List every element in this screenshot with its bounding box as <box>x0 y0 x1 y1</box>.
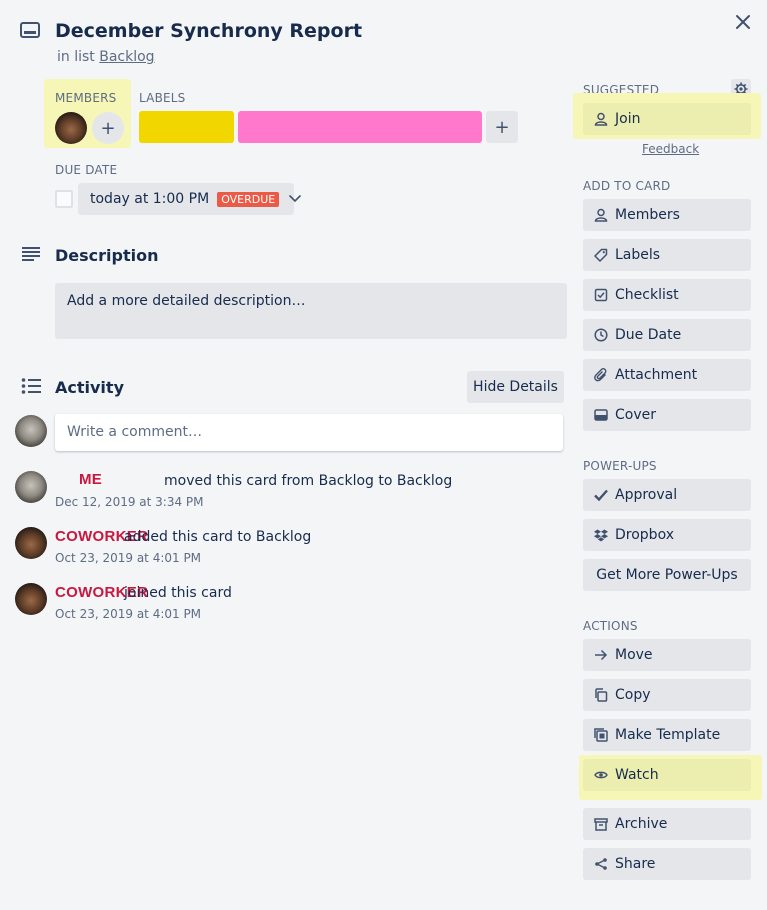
members-button-label: Members <box>615 207 680 223</box>
dropbox-button-label: Dropbox <box>615 527 674 543</box>
get-more-power-ups-button[interactable]: Get More Power-Ups <box>583 559 751 591</box>
activity-text: moved this card from Backlog to Backlog <box>164 473 453 489</box>
checklist-icon <box>593 287 609 303</box>
make-template-button-label: Make Template <box>615 727 721 743</box>
watch-button[interactable]: Watch <box>583 759 751 791</box>
cover-button[interactable]: Cover <box>583 399 751 431</box>
description-icon <box>21 246 41 262</box>
paperclip-icon <box>593 367 609 383</box>
archive-button-label: Archive <box>615 816 668 832</box>
add-to-card-label: ADD TO CARD <box>583 179 671 193</box>
current-user-avatar <box>15 415 47 447</box>
clock-icon <box>593 327 609 343</box>
get-more-power-ups-label: Get More Power-Ups <box>596 567 738 583</box>
card-title[interactable]: December Synchrony Report <box>55 20 362 42</box>
join-label: Join <box>615 111 641 127</box>
attachment-button-label: Attachment <box>615 367 698 383</box>
checklist-button-label: Checklist <box>615 287 679 303</box>
activity-avatar[interactable] <box>15 471 47 503</box>
close-icon[interactable] <box>733 12 753 32</box>
description-input[interactable]: Add a more detailed description… <box>55 283 567 339</box>
copy-button-label: Copy <box>615 687 651 703</box>
activity-text: joined this card <box>124 585 232 601</box>
approval-button-label: Approval <box>615 487 678 503</box>
due-complete-checkbox[interactable] <box>55 190 73 208</box>
feedback-link[interactable]: Feedback <box>642 142 699 156</box>
member-avatar[interactable] <box>55 112 87 144</box>
activity-timestamp[interactable]: Dec 12, 2019 at 3:34 PM <box>55 495 204 509</box>
overdue-badge: OVERDUE <box>217 191 280 207</box>
description-heading: Description <box>55 246 159 265</box>
card-icon <box>20 22 40 38</box>
add-label-button[interactable]: + <box>486 111 518 143</box>
in-list-prefix: in list <box>57 49 95 65</box>
archive-icon <box>593 816 609 832</box>
share-button[interactable]: Share <box>583 848 751 880</box>
watch-button-label: Watch <box>615 767 659 783</box>
members-button[interactable]: Members <box>583 199 751 231</box>
due-date-button-label: Due Date <box>615 327 682 343</box>
copy-button[interactable]: Copy <box>583 679 751 711</box>
labels-button-label: Labels <box>615 247 661 263</box>
in-list-text: in list Backlog <box>57 49 155 65</box>
hide-details-button[interactable]: Hide Details <box>467 371 564 403</box>
activity-timestamp[interactable]: Oct 23, 2019 at 4:01 PM <box>55 607 201 621</box>
labels-label: LABELS <box>139 91 186 105</box>
dropbox-button[interactable]: Dropbox <box>583 519 751 551</box>
activity-avatar[interactable] <box>15 527 47 559</box>
activity-heading: Activity <box>55 378 124 397</box>
cover-button-label: Cover <box>615 407 656 423</box>
checklist-button[interactable]: Checklist <box>583 279 751 311</box>
members-label: MEMBERS <box>55 91 117 105</box>
add-member-button[interactable]: + <box>92 112 124 144</box>
cover-icon <box>593 407 609 423</box>
activity-avatar[interactable] <box>15 583 47 615</box>
join-button[interactable]: Join <box>583 103 751 135</box>
person-icon <box>593 111 609 127</box>
arrow-right-icon <box>593 647 609 663</box>
list-link[interactable]: Backlog <box>99 49 154 65</box>
approval-button[interactable]: Approval <box>583 479 751 511</box>
label-pink[interactable] <box>238 111 482 143</box>
template-icon <box>593 727 609 743</box>
label-yellow[interactable] <box>139 111 234 143</box>
power-ups-label: POWER-UPS <box>583 459 657 473</box>
share-button-label: Share <box>615 856 656 872</box>
chevron-down-icon <box>289 195 302 203</box>
activity-member-name[interactable]: ME <box>79 471 102 488</box>
activity-timestamp[interactable]: Oct 23, 2019 at 4:01 PM <box>55 551 201 565</box>
person-icon <box>593 207 609 223</box>
due-date-sidebar-button[interactable]: Due Date <box>583 319 751 351</box>
move-button[interactable]: Move <box>583 639 751 671</box>
tag-icon <box>593 247 609 263</box>
checkmark-icon <box>593 487 609 503</box>
move-button-label: Move <box>615 647 653 663</box>
share-icon <box>593 856 609 872</box>
eye-icon <box>593 767 609 783</box>
due-date-label: DUE DATE <box>55 163 118 177</box>
due-date-button[interactable]: today at 1:00 PM OVERDUE <box>78 183 302 215</box>
actions-label: ACTIONS <box>583 619 638 633</box>
activity-icon <box>21 378 41 394</box>
comment-input[interactable]: Write a comment… <box>55 414 563 451</box>
copy-icon <box>593 687 609 703</box>
activity-text: added this card to Backlog <box>124 529 312 545</box>
attachment-button[interactable]: Attachment <box>583 359 751 391</box>
archive-button[interactable]: Archive <box>583 808 751 840</box>
make-template-button[interactable]: Make Template <box>583 719 751 751</box>
dropbox-icon <box>593 527 609 543</box>
labels-button[interactable]: Labels <box>583 239 751 271</box>
due-date-value: today at 1:00 PM <box>90 191 210 207</box>
